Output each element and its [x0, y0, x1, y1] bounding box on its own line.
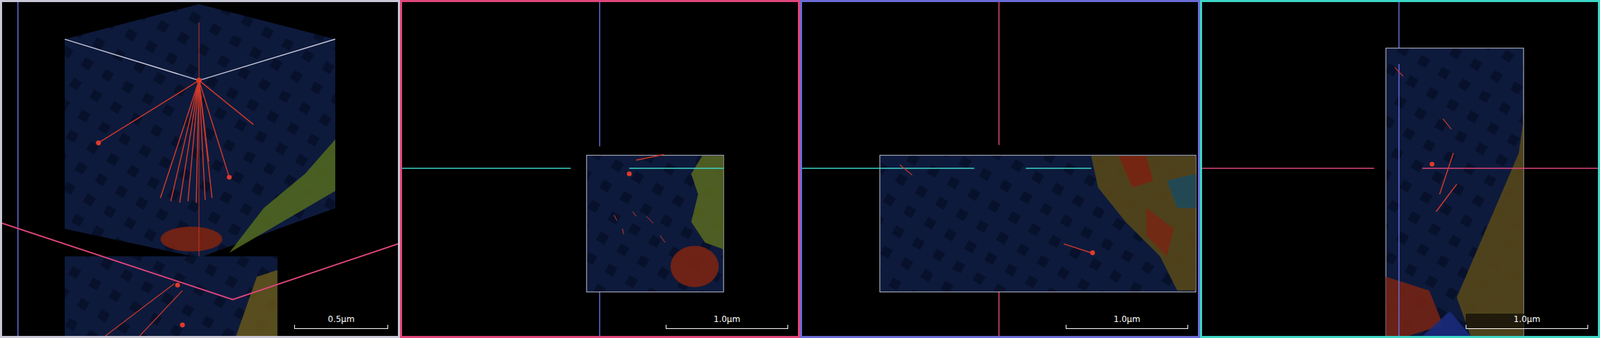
scale-line — [665, 324, 789, 330]
scale-line — [1465, 324, 1589, 330]
view-canvas[interactable] — [802, 2, 1198, 336]
view-panel[interactable]: 1.0µm — [1200, 0, 1600, 338]
scale-bar: 1.0µm — [665, 313, 789, 330]
scale-bar: 1.0µm — [1465, 313, 1589, 330]
view-panel[interactable]: 1.0µm — [800, 0, 1200, 338]
scale-label: 1.0µm — [1110, 313, 1143, 325]
scale-line — [294, 324, 389, 330]
view-panel[interactable]: 0.5µm — [0, 0, 400, 338]
view-panel[interactable]: 1.0µm — [400, 0, 800, 338]
viewer: 0.5µm 1.0µm 1.0µm 1.0µm — [0, 0, 1600, 338]
scale-line — [1065, 324, 1189, 330]
view-canvas[interactable] — [2, 2, 398, 336]
scale-bar: 0.5µm — [294, 313, 389, 330]
view-canvas[interactable] — [1202, 2, 1598, 336]
scale-label: 1.0µm — [710, 313, 743, 325]
scale-label: 1.0µm — [1510, 313, 1543, 325]
scale-bar: 1.0µm — [1065, 313, 1189, 330]
scale-label: 0.5µm — [324, 313, 357, 325]
view-canvas[interactable] — [402, 2, 798, 336]
